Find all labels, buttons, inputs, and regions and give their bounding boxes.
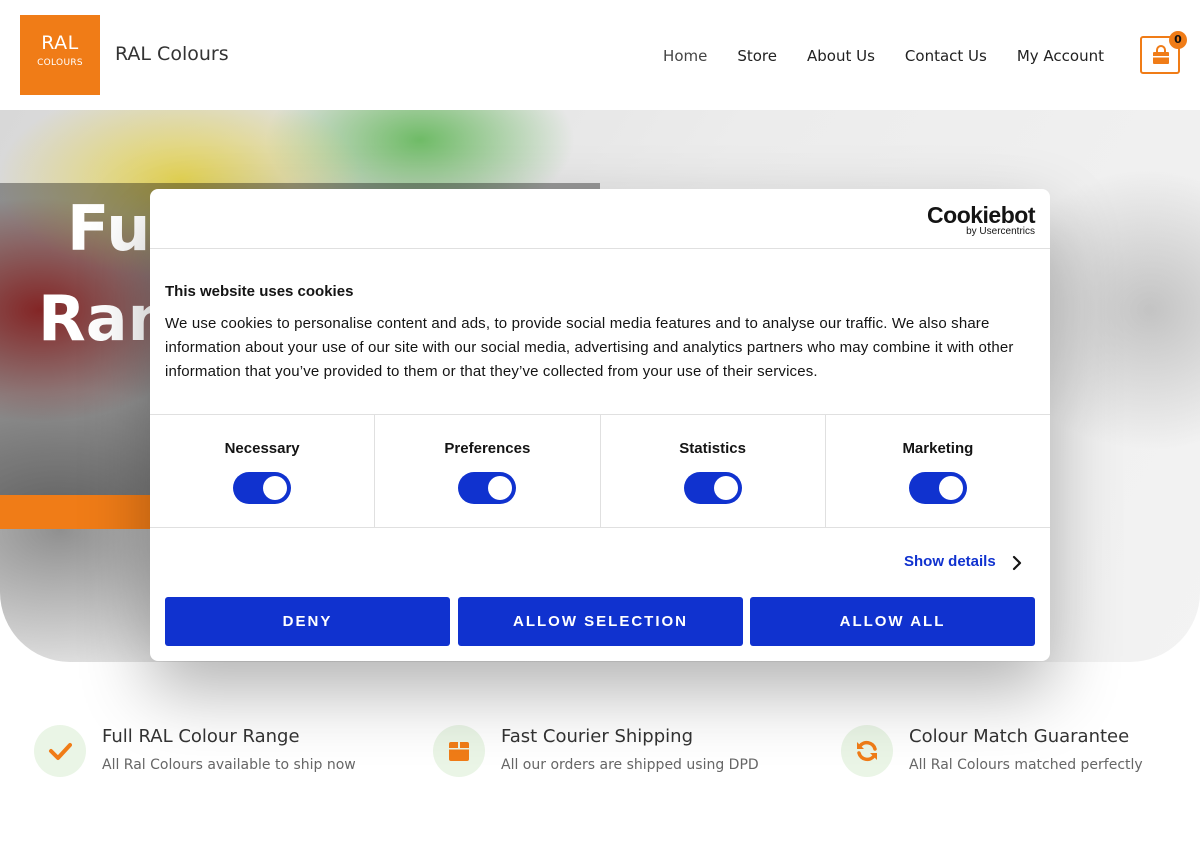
toggle-marketing: Marketing (826, 415, 1050, 527)
feature-title: Fast Courier Shipping (501, 726, 693, 747)
cookie-dialog-header: Cookiebot by Usercentrics (150, 189, 1050, 249)
feature-desc: All Ral Colours available to ship now (102, 757, 356, 773)
switch-knob (938, 476, 963, 500)
feature-title: Full RAL Colour Range (102, 726, 300, 747)
cookiebot-logo[interactable]: Cookiebot by Usercentrics (927, 203, 1035, 237)
logo-text-ral: RAL (41, 32, 79, 54)
switch-knob (263, 476, 288, 500)
toggle-necessary: Necessary (150, 415, 376, 527)
cookie-description: We use cookies to personalise content an… (165, 315, 1014, 380)
toggle-preferences: Preferences (375, 415, 601, 527)
allow-all-button[interactable]: ALLOW ALL (750, 597, 1035, 646)
cookiebot-brand-sub: by Usercentrics (966, 226, 1035, 237)
logo-text-colours: COLOURS (37, 58, 83, 68)
allow-selection-button[interactable]: ALLOW SELECTION (458, 597, 743, 646)
features-row: Full RAL Colour Range All Ral Colours av… (0, 705, 1200, 805)
checkmark-icon (49, 743, 72, 760)
box-icon (449, 742, 469, 761)
toggle-label: Statistics (679, 440, 746, 457)
shopping-bag-icon (1153, 45, 1169, 64)
feature-icon-circle (841, 725, 893, 777)
nav-contact-us[interactable]: Contact Us (905, 47, 987, 65)
cookie-category-toggles: Necessary Preferences Statistics Marketi… (150, 414, 1050, 528)
cookie-consent-dialog: Cookiebot by Usercentrics This website u… (150, 189, 1050, 661)
site-logo[interactable]: RAL COLOURS (20, 15, 100, 95)
feature-desc: All our orders are shipped using DPD (501, 757, 759, 773)
feature-desc: All Ral Colours matched perfectly (909, 757, 1143, 773)
preferences-switch[interactable] (458, 472, 517, 504)
cookiebot-brand: Cookiebot (927, 202, 1035, 228)
feature-icon-circle (34, 725, 86, 777)
toggle-label: Necessary (224, 440, 300, 457)
switch-knob (488, 476, 513, 500)
deny-button[interactable]: DENY (165, 597, 450, 646)
cart-count-badge: 0 (1169, 31, 1187, 49)
refresh-icon (857, 740, 877, 762)
toggle-statistics: Statistics (601, 415, 826, 527)
marketing-switch[interactable] (908, 472, 967, 504)
chevron-right-icon[interactable] (1012, 555, 1022, 571)
nav-store[interactable]: Store (737, 47, 777, 65)
toggle-label: Marketing (902, 440, 974, 457)
main-nav: Home Store About Us Contact Us My Accoun… (633, 47, 1104, 65)
cart-button[interactable]: 0 (1140, 31, 1187, 74)
site-title[interactable]: RAL Colours (115, 43, 229, 65)
necessary-switch[interactable] (233, 472, 292, 504)
toggle-label: Preferences (444, 440, 531, 457)
site-header: RAL COLOURS RAL Colours Home Store About… (0, 0, 1200, 110)
statistics-switch[interactable] (683, 472, 742, 504)
show-details-link[interactable]: Show details (904, 553, 996, 570)
nav-my-account[interactable]: My Account (1017, 47, 1104, 65)
nav-about-us[interactable]: About Us (807, 47, 875, 65)
switch-knob (713, 476, 738, 500)
feature-icon-circle (433, 725, 485, 777)
cookie-heading: This website uses cookies (165, 283, 354, 300)
nav-home[interactable]: Home (663, 47, 707, 65)
feature-title: Colour Match Guarantee (909, 726, 1130, 747)
